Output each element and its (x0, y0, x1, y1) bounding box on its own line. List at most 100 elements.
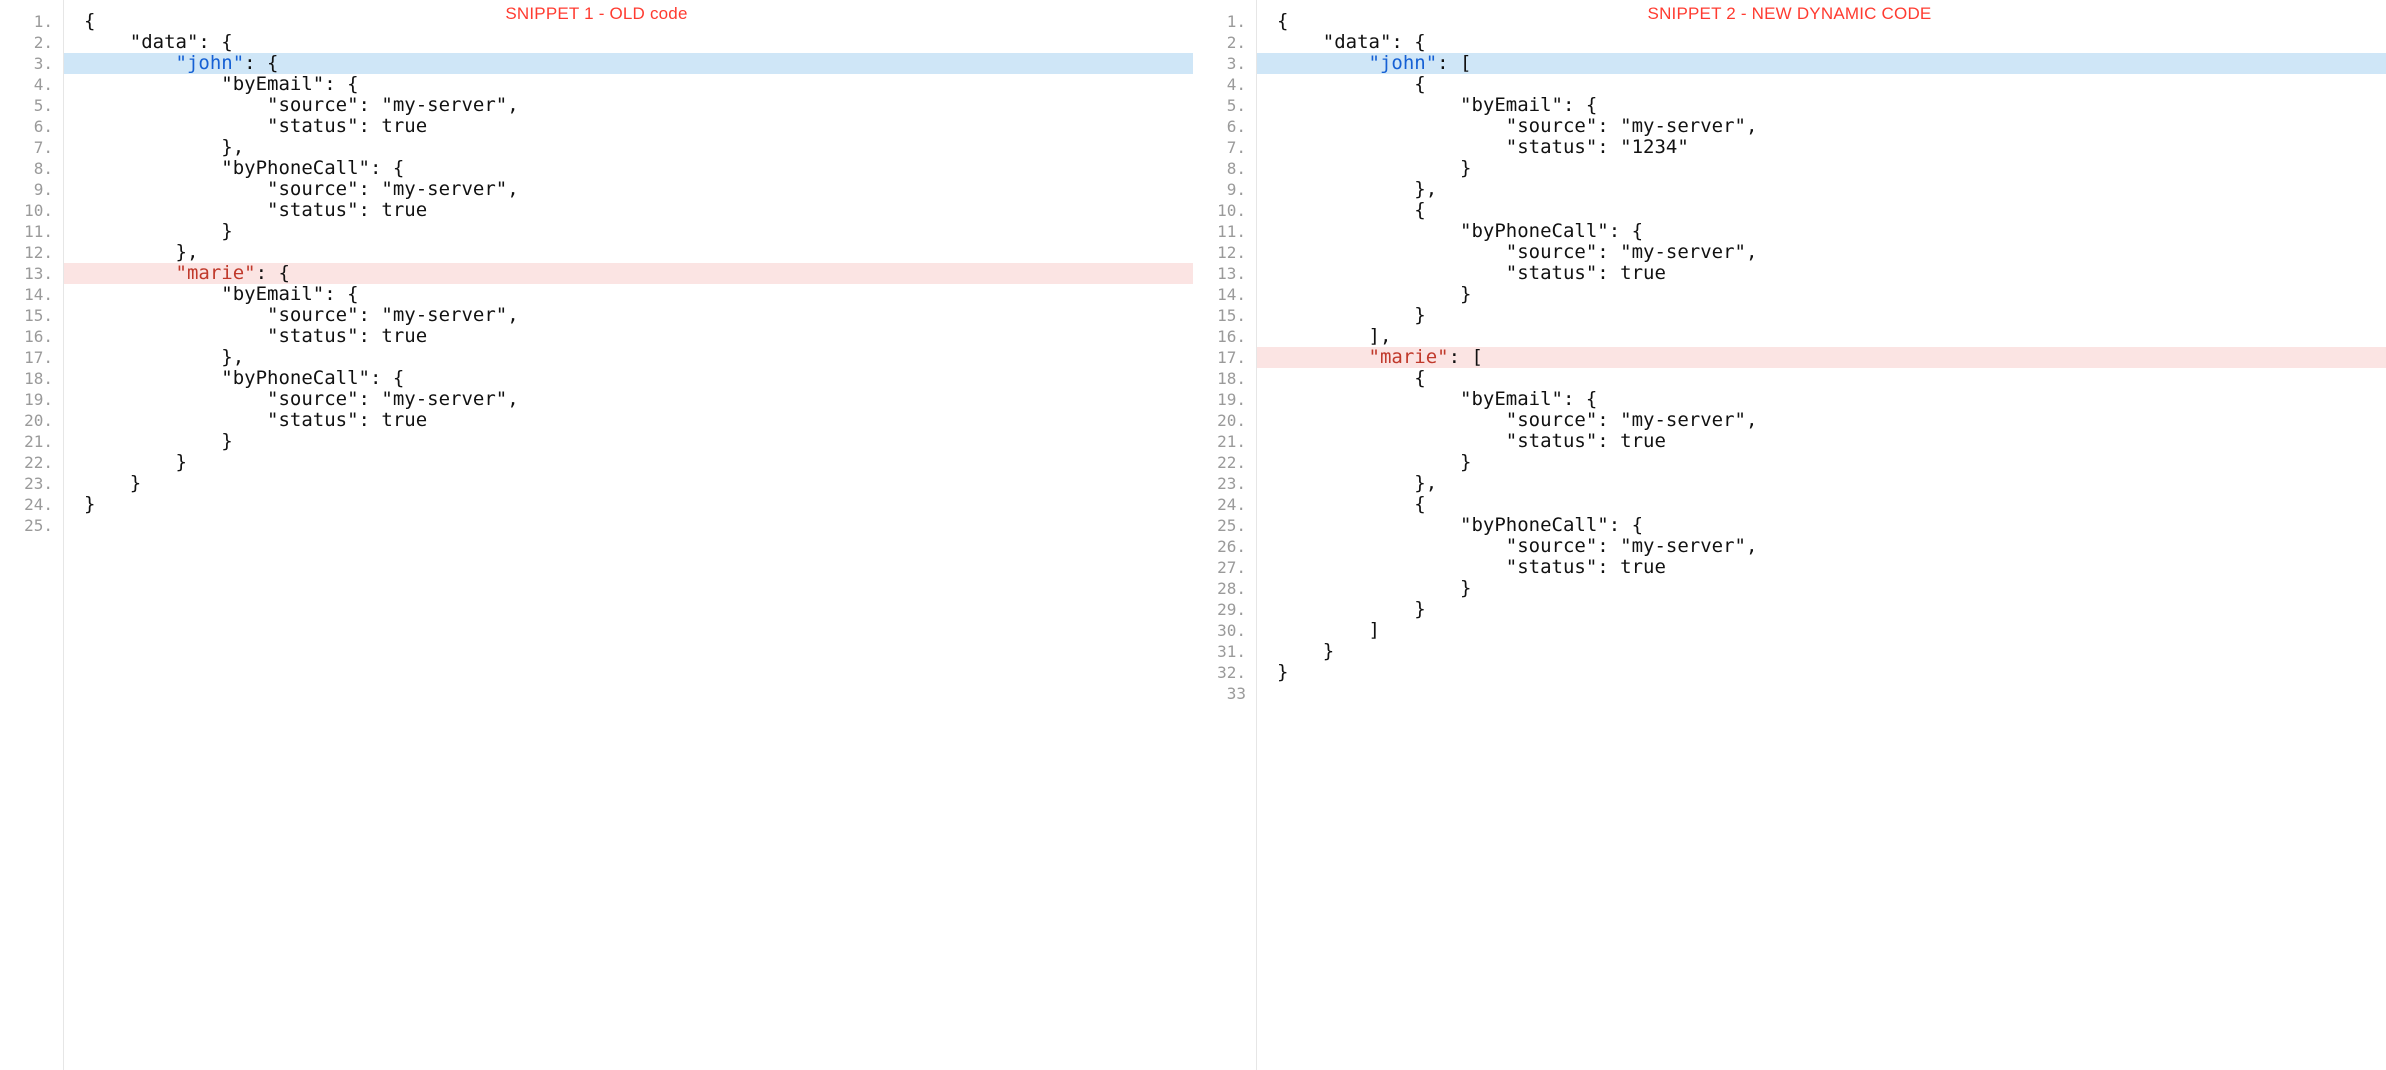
line-number: 9. (1193, 179, 1256, 200)
line-number: 29. (1193, 599, 1256, 620)
code-line[interactable]: { (1257, 200, 2386, 221)
code-token: { (1277, 10, 1288, 32)
code-line[interactable]: "status": true (1257, 431, 2386, 452)
code-line[interactable]: } (1257, 305, 2386, 326)
code-line[interactable]: "byPhoneCall": { (64, 368, 1193, 389)
code-line[interactable]: } (64, 473, 1193, 494)
code-line[interactable]: { (1257, 11, 2386, 32)
code-line[interactable]: }, (64, 347, 1193, 368)
line-number: 24. (0, 494, 63, 515)
code-line[interactable]: } (64, 452, 1193, 473)
code-token: ] (1277, 619, 1380, 641)
code-line[interactable]: "status": "1234" (1257, 137, 2386, 158)
left-code-area[interactable]: { "data": { "john": { "byEmail": { "sour… (64, 0, 1193, 1070)
line-number: 5. (1193, 95, 1256, 116)
line-number: 20. (0, 410, 63, 431)
code-line[interactable]: } (1257, 158, 2386, 179)
code-line[interactable]: "john": [ (1257, 53, 2386, 74)
code-line[interactable]: "byEmail": { (1257, 389, 2386, 410)
code-line[interactable]: } (1257, 578, 2386, 599)
code-line[interactable]: { (1257, 74, 2386, 95)
code-token: "byPhoneCall": { (84, 157, 404, 179)
code-token: "status": true (84, 409, 427, 431)
line-number: 19. (1193, 389, 1256, 410)
code-token: "byEmail": { (1277, 94, 1597, 116)
code-line[interactable]: "source": "my-server", (1257, 410, 2386, 431)
right-code-area[interactable]: { "data": { "john": [ { "byEmail": { "so… (1257, 0, 2386, 1070)
code-line[interactable]: } (64, 221, 1193, 242)
line-number: 8. (1193, 158, 1256, 179)
code-line[interactable]: } (1257, 452, 2386, 473)
code-token: }, (1277, 472, 1437, 494)
line-number: 12. (1193, 242, 1256, 263)
code-line[interactable]: } (1257, 662, 2386, 683)
code-line[interactable]: } (64, 431, 1193, 452)
code-line[interactable]: "data": { (64, 32, 1193, 53)
code-line[interactable]: } (1257, 599, 2386, 620)
code-line[interactable]: "byEmail": { (64, 74, 1193, 95)
line-number: 22. (1193, 452, 1256, 473)
code-token: "byPhoneCall": { (1277, 514, 1643, 536)
code-line[interactable]: "source": "my-server", (1257, 536, 2386, 557)
line-number: 30. (1193, 620, 1256, 641)
code-token (84, 52, 176, 74)
code-line[interactable]: { (64, 11, 1193, 32)
code-line[interactable]: "byEmail": { (64, 284, 1193, 305)
highlighted-token: "marie" (1369, 346, 1449, 368)
code-line[interactable]: }, (1257, 179, 2386, 200)
code-line[interactable]: "source": "my-server", (1257, 116, 2386, 137)
code-line[interactable]: "source": "my-server", (64, 389, 1193, 410)
code-line[interactable]: "status": true (64, 116, 1193, 137)
code-line[interactable]: "byEmail": { (1257, 95, 2386, 116)
code-line[interactable] (1257, 683, 2386, 704)
code-line[interactable]: "status": true (64, 410, 1193, 431)
line-number: 3. (1193, 53, 1256, 74)
code-line[interactable]: ], (1257, 326, 2386, 347)
code-token: } (1277, 304, 1426, 326)
right-line-gutter: 1.2.3.4.5.6.7.8.9.10.11.12.13.14.15.16.1… (1193, 0, 1257, 1070)
line-number: 19. (0, 389, 63, 410)
line-number: 17. (1193, 347, 1256, 368)
code-token: "status": true (84, 199, 427, 221)
code-line[interactable]: } (1257, 641, 2386, 662)
code-line[interactable]: ] (1257, 620, 2386, 641)
code-line[interactable]: } (1257, 284, 2386, 305)
code-line[interactable]: }, (1257, 473, 2386, 494)
code-line[interactable]: "status": true (64, 326, 1193, 347)
code-line[interactable]: }, (64, 137, 1193, 158)
line-number: 10. (0, 200, 63, 221)
code-token: "source": "my-server", (1277, 241, 1757, 263)
code-line[interactable]: { (1257, 368, 2386, 389)
code-token: }, (84, 241, 198, 263)
code-token (1277, 346, 1369, 368)
code-token: "byEmail": { (84, 73, 359, 95)
code-token: "status": true (1277, 430, 1666, 452)
code-line[interactable]: "status": true (1257, 557, 2386, 578)
code-line[interactable]: "source": "my-server", (64, 179, 1193, 200)
code-line[interactable]: }, (64, 242, 1193, 263)
code-line[interactable]: "source": "my-server", (1257, 242, 2386, 263)
code-line[interactable] (64, 515, 1193, 536)
line-number: 26. (1193, 536, 1256, 557)
code-line[interactable]: "byPhoneCall": { (1257, 221, 2386, 242)
line-number: 4. (0, 74, 63, 95)
line-number: 2. (1193, 32, 1256, 53)
code-line[interactable]: { (1257, 494, 2386, 515)
line-number: 20. (1193, 410, 1256, 431)
code-token: "status": true (1277, 262, 1666, 284)
code-line[interactable]: "status": true (64, 200, 1193, 221)
code-line[interactable]: "byPhoneCall": { (1257, 515, 2386, 536)
code-line[interactable]: } (64, 494, 1193, 515)
code-token: "status": true (84, 325, 427, 347)
line-number: 17. (0, 347, 63, 368)
code-line[interactable]: "data": { (1257, 32, 2386, 53)
code-line[interactable]: "status": true (1257, 263, 2386, 284)
code-line[interactable]: "marie": [ (1257, 347, 2386, 368)
code-line[interactable]: "source": "my-server", (64, 95, 1193, 116)
code-line[interactable]: "source": "my-server", (64, 305, 1193, 326)
code-line[interactable]: "john": { (64, 53, 1193, 74)
line-number: 28. (1193, 578, 1256, 599)
code-line[interactable]: "marie": { (64, 263, 1193, 284)
code-token: "byPhoneCall": { (84, 367, 404, 389)
code-line[interactable]: "byPhoneCall": { (64, 158, 1193, 179)
